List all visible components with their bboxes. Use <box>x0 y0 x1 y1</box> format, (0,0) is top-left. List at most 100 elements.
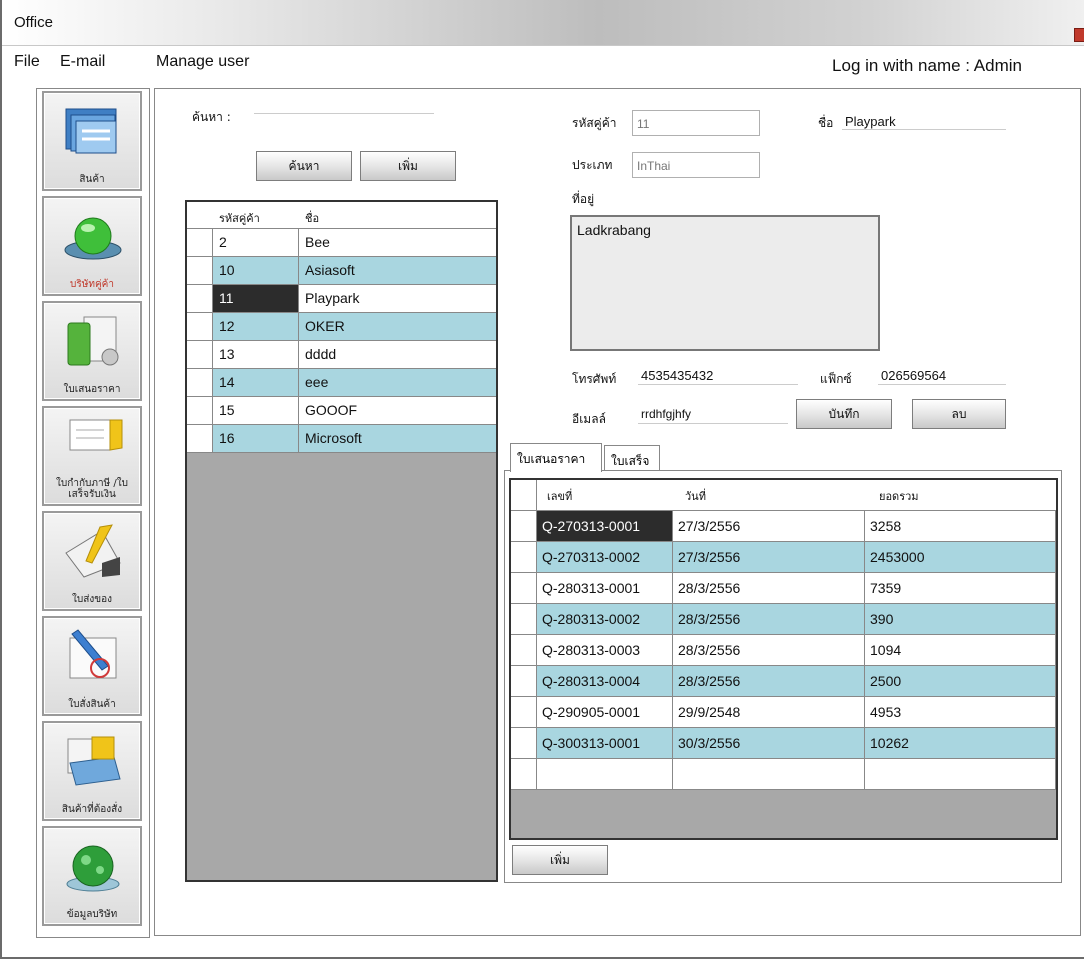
quotation-number-cell[interactable] <box>537 759 673 789</box>
close-icon[interactable] <box>1074 28 1084 42</box>
customer-name-cell[interactable]: OKER <box>299 313 496 340</box>
save-button[interactable]: บันทึก <box>796 399 892 429</box>
quotation-date-cell[interactable]: 28/3/2556 <box>673 666 865 696</box>
customer-name-cell[interactable]: Asiasoft <box>299 257 496 284</box>
row-header-cell[interactable] <box>511 728 537 758</box>
search-button[interactable]: ค้นหา <box>256 151 352 181</box>
row-header-cell[interactable] <box>511 542 537 572</box>
quotation-date-cell[interactable]: 28/3/2556 <box>673 604 865 634</box>
quotation-total-cell[interactable]: 390 <box>865 604 1056 634</box>
customer-name-cell[interactable]: Playpark <box>299 285 496 312</box>
table-row[interactable]: Q-280313-0001 28/3/2556 7359 <box>511 573 1056 604</box>
table-row[interactable]: 2 Bee <box>187 229 496 257</box>
row-header-cell[interactable] <box>511 635 537 665</box>
customer-code-cell[interactable]: 16 <box>213 425 299 452</box>
sidebar-item-products[interactable]: สินค้า <box>42 91 142 191</box>
table-row[interactable]: Q-300313-0001 30/3/2556 10262 <box>511 728 1056 759</box>
customer-code-cell[interactable]: 15 <box>213 397 299 424</box>
quotation-total-cell[interactable]: 2453000 <box>865 542 1056 572</box>
table-row[interactable]: 15 GOOOF <box>187 397 496 425</box>
sidebar-item-pending-items[interactable]: สินค้าที่ต้องสั่ง <box>42 721 142 821</box>
quotation-date-cell[interactable]: 28/3/2556 <box>673 635 865 665</box>
menu-email[interactable]: E-mail <box>60 53 105 71</box>
quotation-total-cell[interactable]: 2500 <box>865 666 1056 696</box>
quotation-total-cell[interactable]: 3258 <box>865 511 1056 541</box>
customer-code-cell[interactable]: 10 <box>213 257 299 284</box>
column-header-total[interactable]: ยอดรวม <box>873 480 1053 510</box>
quotation-date-cell[interactable] <box>673 759 865 789</box>
row-header-cell[interactable] <box>511 573 537 603</box>
customer-code-cell[interactable]: 12 <box>213 313 299 340</box>
customer-code-cell[interactable]: 11 <box>213 285 299 312</box>
table-row[interactable]: 12 OKER <box>187 313 496 341</box>
row-header-cell[interactable] <box>187 369 213 396</box>
quotation-date-cell[interactable]: 30/3/2556 <box>673 728 865 758</box>
new-row[interactable] <box>511 759 1056 790</box>
quotation-total-cell[interactable]: 4953 <box>865 697 1056 727</box>
quotation-number-cell[interactable]: Q-290905-0001 <box>537 697 673 727</box>
menu-file[interactable]: File <box>14 53 40 71</box>
menu-manage-user[interactable]: Manage user <box>156 53 249 71</box>
add-quotation-button[interactable]: เพิ่ม <box>512 845 608 875</box>
quotation-date-cell[interactable]: 27/3/2556 <box>673 511 865 541</box>
email-field[interactable]: rrdhfgjhfy <box>638 406 788 424</box>
delete-button[interactable]: ลบ <box>912 399 1006 429</box>
table-row[interactable]: Q-280313-0004 28/3/2556 2500 <box>511 666 1056 697</box>
quotation-date-cell[interactable]: 28/3/2556 <box>673 573 865 603</box>
quotation-date-cell[interactable]: 29/9/2548 <box>673 697 865 727</box>
customer-name-cell[interactable]: dddd <box>299 341 496 368</box>
quotation-number-cell[interactable]: Q-280313-0002 <box>537 604 673 634</box>
search-input[interactable] <box>254 96 434 114</box>
tab-quotation[interactable]: ใบเสนอราคา <box>510 443 602 472</box>
row-header-cell[interactable] <box>187 229 213 256</box>
quotation-number-cell[interactable]: Q-280313-0001 <box>537 573 673 603</box>
row-header-cell[interactable] <box>187 313 213 340</box>
sidebar-item-tax-invoice[interactable]: ใบกำกับภาษี /ใบเสร็จรับเงิน <box>42 406 142 506</box>
quotation-number-cell[interactable]: Q-270313-0002 <box>537 542 673 572</box>
customer-code-cell[interactable]: 14 <box>213 369 299 396</box>
table-row[interactable]: Q-270313-0002 27/3/2556 2453000 <box>511 542 1056 573</box>
sidebar-item-company-info[interactable]: ข้อมูลบริษัท <box>42 826 142 926</box>
quotation-total-cell[interactable] <box>865 759 1056 789</box>
quotation-number-cell[interactable]: Q-280313-0003 <box>537 635 673 665</box>
table-row[interactable]: 11 Playpark <box>187 285 496 313</box>
table-row[interactable]: 10 Asiasoft <box>187 257 496 285</box>
column-header-date[interactable]: วันที่ <box>679 480 869 510</box>
column-header-code[interactable]: รหัสคู่ค้า <box>213 202 303 228</box>
address-field[interactable]: Ladkrabang <box>570 215 880 351</box>
table-row[interactable]: Q-290905-0001 29/9/2548 4953 <box>511 697 1056 728</box>
row-header-cell[interactable] <box>511 697 537 727</box>
quotation-date-cell[interactable]: 27/3/2556 <box>673 542 865 572</box>
customer-name-cell[interactable]: Bee <box>299 229 496 256</box>
phone-field[interactable]: 4535435432 <box>638 367 798 385</box>
row-header-cell[interactable] <box>187 257 213 284</box>
customer-name-cell[interactable]: Microsoft <box>299 425 496 452</box>
row-header-cell[interactable] <box>187 341 213 368</box>
row-header-cell[interactable] <box>187 425 213 452</box>
quotation-total-cell[interactable]: 1094 <box>865 635 1056 665</box>
table-row[interactable]: Q-270313-0001 27/3/2556 3258 <box>511 511 1056 542</box>
quotation-number-cell[interactable]: Q-270313-0001 <box>537 511 673 541</box>
name-field[interactable]: Playpark <box>842 112 1006 130</box>
code-field[interactable]: 11 <box>632 110 760 136</box>
sidebar-item-partners[interactable]: บริษัทคู่ค้า <box>42 196 142 296</box>
fax-field[interactable]: 026569564 <box>878 367 1006 385</box>
row-header-cell[interactable] <box>511 511 537 541</box>
row-header-cell[interactable] <box>187 397 213 424</box>
tab-receipt[interactable]: ใบเสร็จ <box>604 445 660 470</box>
row-header-cell[interactable] <box>187 285 213 312</box>
customer-name-cell[interactable]: eee <box>299 369 496 396</box>
sidebar-item-quotation[interactable]: ใบเสนอราคา <box>42 301 142 401</box>
sidebar-item-purchase-order[interactable]: ใบสั่งสินค้า <box>42 616 142 716</box>
row-header-cell[interactable] <box>511 759 537 789</box>
table-row[interactable]: 14 eee <box>187 369 496 397</box>
customer-code-cell[interactable]: 2 <box>213 229 299 256</box>
table-row[interactable]: Q-280313-0002 28/3/2556 390 <box>511 604 1056 635</box>
quotation-number-cell[interactable]: Q-280313-0004 <box>537 666 673 696</box>
sidebar-item-delivery[interactable]: ใบส่งของ <box>42 511 142 611</box>
quotation-number-cell[interactable]: Q-300313-0001 <box>537 728 673 758</box>
table-row[interactable]: 16 Microsoft <box>187 425 496 453</box>
customer-name-cell[interactable]: GOOOF <box>299 397 496 424</box>
column-header-name[interactable]: ชื่อ <box>299 202 489 228</box>
add-customer-button[interactable]: เพิ่ม <box>360 151 456 181</box>
